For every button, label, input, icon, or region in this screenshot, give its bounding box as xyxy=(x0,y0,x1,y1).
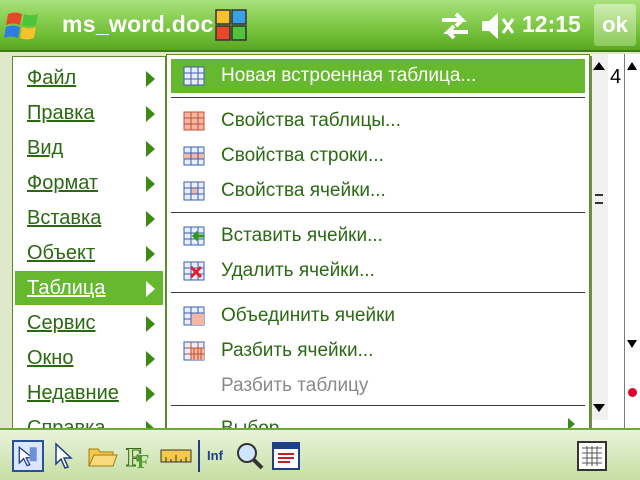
menu-item-label: Таблица xyxy=(27,277,106,299)
zoom-icon[interactable] xyxy=(234,440,266,472)
submenu-item-insert-cells[interactable]: Вставить ячейки... xyxy=(171,219,585,253)
insert-cells-icon xyxy=(183,226,205,246)
scroll-down-arrow[interactable] xyxy=(593,404,605,412)
submenu-item-label: Объединить ячейки xyxy=(221,305,396,326)
page-scrollbar[interactable] xyxy=(624,54,640,428)
menu-separator xyxy=(171,292,585,293)
connectivity-icon[interactable] xyxy=(438,12,472,40)
menu-item-table[interactable]: Таблица xyxy=(15,271,163,305)
bottom-toolbar: FF Inf xyxy=(0,428,640,480)
menu-separator xyxy=(171,97,585,98)
submenu-arrow-icon xyxy=(146,211,155,227)
menu-item-label: Вставка xyxy=(27,207,102,229)
multicolor-app-icon xyxy=(215,9,247,41)
submenu-arrow-icon xyxy=(146,71,155,87)
font-icon[interactable]: FF xyxy=(124,440,156,473)
menu-item-object[interactable]: Объект xyxy=(15,236,163,270)
document-scrollbar[interactable] xyxy=(588,54,608,420)
scroll-up-arrow[interactable] xyxy=(627,62,637,70)
submenu-item-label: Удалить ячейки... xyxy=(221,260,375,281)
submenu-arrow-icon xyxy=(146,316,155,332)
submenu-item-split-cells[interactable]: Разбить ячейки... xyxy=(171,334,585,368)
menu-item-label: Окно xyxy=(27,347,74,369)
submenu-item-split-table: Разбить таблицу xyxy=(171,369,585,403)
menu-item-file[interactable]: Файл xyxy=(15,61,163,95)
menu-item-tools[interactable]: Сервис xyxy=(15,306,163,340)
open-folder-icon[interactable] xyxy=(86,440,118,472)
submenu-arrow-icon xyxy=(146,106,155,122)
menu-separator xyxy=(171,212,585,213)
submenu-item-row-properties[interactable]: Свойства строки... xyxy=(171,139,585,173)
svg-text:F: F xyxy=(137,451,149,472)
menu-item-label: Формат xyxy=(27,172,99,194)
table-grid-icon xyxy=(183,66,205,86)
ruler-number: 4 xyxy=(610,66,622,88)
submenu-item-label: Разбить таблицу xyxy=(221,375,369,396)
menu-item-label: Файл xyxy=(27,67,77,89)
menu-item-label: Вид xyxy=(27,137,64,159)
submenu-item-label: Свойства ячейки... xyxy=(221,180,386,201)
windows-start-icon[interactable] xyxy=(4,6,46,46)
menu-item-window[interactable]: Окно xyxy=(15,341,163,375)
merge-cells-icon xyxy=(183,306,205,326)
window-title: ms_word.doc xyxy=(62,11,214,37)
title-bar: ms_word.doc 12:15 ok xyxy=(0,0,640,52)
menu-item-label: Сервис xyxy=(27,312,96,334)
table-submenu: Новая встроенная таблица... Свойства таб… xyxy=(166,54,590,430)
submenu-arrow-icon xyxy=(146,176,155,192)
table-properties-icon xyxy=(183,111,205,131)
main-menu: Файл Правка Вид Формат Вставка Объект Та… xyxy=(12,56,166,430)
submenu-item-label: Вставить ячейки... xyxy=(221,225,383,246)
submenu-item-label: Разбить ячейки... xyxy=(221,340,374,361)
menu-item-label: Недавние xyxy=(27,382,119,404)
scroll-down-arrow[interactable] xyxy=(627,340,637,348)
menu-item-format[interactable]: Формат xyxy=(15,166,163,200)
submenu-arrow-icon xyxy=(146,386,155,402)
submenu-item-merge-cells[interactable]: Объединить ячейки xyxy=(171,299,585,333)
submenu-arrow-icon xyxy=(146,141,155,157)
submenu-arrow-icon xyxy=(146,351,155,367)
submenu-item-label: Свойства таблицы... xyxy=(221,110,401,131)
menu-item-insert[interactable]: Вставка xyxy=(15,201,163,235)
submenu-arrow-icon xyxy=(146,281,155,297)
split-cells-icon xyxy=(183,341,205,361)
submenu-item-table-properties[interactable]: Свойства таблицы... xyxy=(171,104,585,138)
delete-cells-icon xyxy=(183,261,205,281)
scroll-up-arrow[interactable] xyxy=(593,62,605,70)
submenu-item-label: Свойства строки... xyxy=(221,145,384,166)
ok-button[interactable]: ok xyxy=(594,4,636,46)
menu-item-edit[interactable]: Правка xyxy=(15,96,163,130)
ruler-icon[interactable] xyxy=(160,440,192,472)
pointer-icon[interactable] xyxy=(48,440,80,472)
view-icon[interactable] xyxy=(270,440,302,472)
submenu-item-new-table[interactable]: Новая встроенная таблица... xyxy=(171,59,585,93)
clock[interactable]: 12:15 xyxy=(522,11,581,38)
cell-properties-icon xyxy=(183,181,205,201)
menu-item-label: Правка xyxy=(27,102,95,124)
select-pointer-icon[interactable] xyxy=(12,440,44,472)
scroll-thumb-grip[interactable] xyxy=(595,194,603,204)
menu-item-view[interactable]: Вид xyxy=(15,131,163,165)
browse-object-icon[interactable] xyxy=(628,388,637,397)
volume-muted-icon[interactable] xyxy=(480,10,516,42)
row-properties-icon xyxy=(183,146,205,166)
menu-item-recent[interactable]: Недавние xyxy=(15,376,163,410)
submenu-item-cell-properties[interactable]: Свойства ячейки... xyxy=(171,174,585,208)
submenu-arrow-icon xyxy=(146,246,155,262)
submenu-item-delete-cells[interactable]: Удалить ячейки... xyxy=(171,254,585,288)
screen: ms_word.doc 12:15 ok 4 Файл Правка Вид Ф… xyxy=(0,0,640,480)
inf-icon[interactable]: Inf xyxy=(198,440,230,472)
menu-item-label: Объект xyxy=(27,242,96,264)
keyboard-icon[interactable] xyxy=(576,440,608,472)
submenu-item-label: Новая встроенная таблица... xyxy=(221,65,477,86)
menu-separator xyxy=(171,405,585,406)
